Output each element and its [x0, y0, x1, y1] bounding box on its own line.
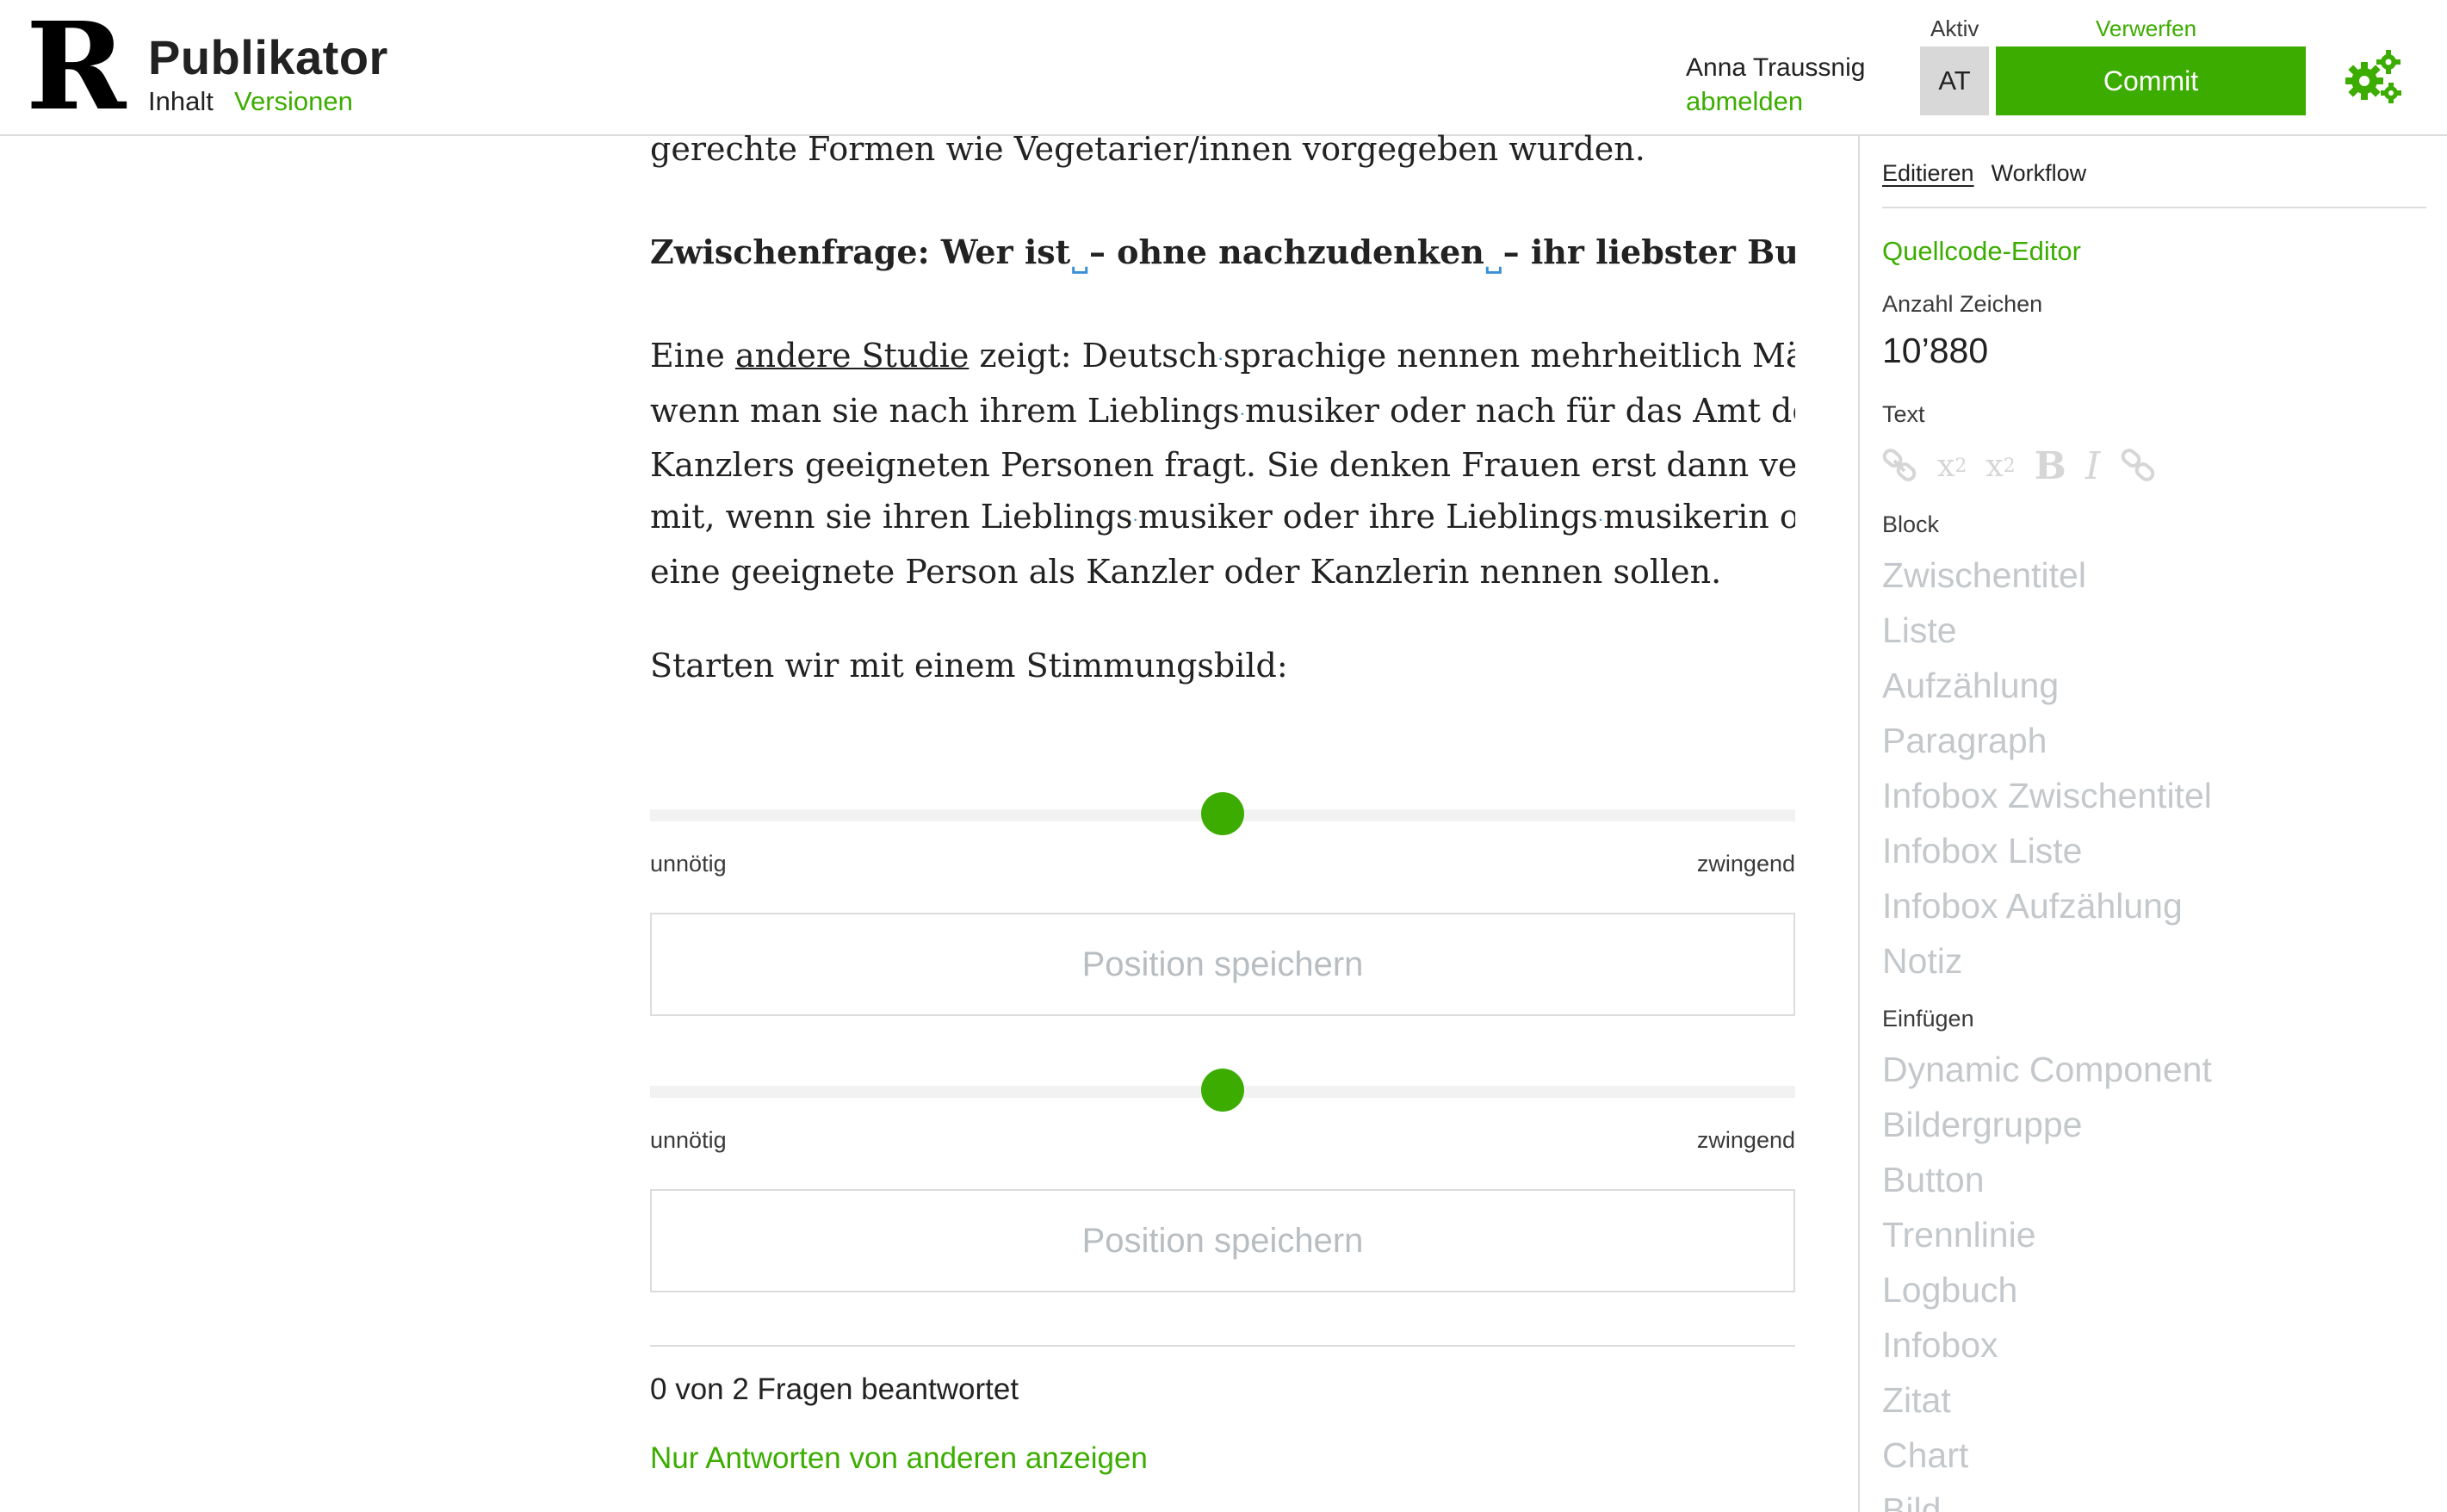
- slider-min-label: unnötig: [650, 1127, 727, 1153]
- study-link[interactable]: andere Studie: [735, 337, 969, 375]
- heading-part: Zwischenfrage: Wer ist: [650, 232, 1071, 271]
- gears-icon[interactable]: [2344, 50, 2402, 105]
- insert-item-bild[interactable]: Bild: [1882, 1483, 2212, 1512]
- avatar[interactable]: AT: [1920, 46, 1989, 115]
- block-item-zwischentitel[interactable]: Zwischentitel: [1882, 548, 2212, 603]
- top-bar: R Publikator Inhalt Versionen Anna Traus…: [0, 0, 2447, 136]
- soft-hyphen-marker: ␣: [1070, 249, 1089, 275]
- save-position-button[interactable]: Position speichern: [650, 913, 1795, 1016]
- subscript-icon[interactable]: x2: [1937, 444, 1967, 487]
- insert-item-infobox[interactable]: Infobox: [1882, 1317, 2212, 1373]
- app-title: Publikator: [148, 30, 388, 84]
- editor-sidebar: Editieren Workflow Quellcode-Editor Anzah…: [1858, 136, 2447, 1512]
- block-item-aufzaehlung[interactable]: Aufzählung: [1882, 658, 2212, 713]
- char-count-label: Anzahl Zeichen: [1882, 291, 2043, 317]
- paragraph-line: Kanzlers geeigneten Personen fragt. Sie …: [650, 446, 1795, 484]
- divider: [1882, 207, 2426, 208]
- editor-content[interactable]: gerechte Formen wie Vegetarier/innen vor…: [650, 129, 1795, 1512]
- block-item-infobox-zwischentitel[interactable]: Infobox Zwischentitel: [1882, 768, 2212, 823]
- poll-intro: Starten wir mit einem Stimmungsbild:: [650, 647, 1288, 685]
- slider-thumb[interactable]: [1201, 792, 1244, 835]
- commit-button[interactable]: Commit: [1996, 46, 2306, 115]
- text-section-label: Text: [1882, 401, 1925, 427]
- heading-part: – ihr liebster Bundesrat?: [1502, 232, 1795, 271]
- paragraph-line: mit, wenn sie ihren Lieblings·musiker od…: [650, 498, 1795, 536]
- source-editor-link[interactable]: Quellcode-Editor: [1882, 236, 2081, 267]
- show-others-answers-link[interactable]: Nur Antworten von anderen anzeigen: [650, 1441, 1148, 1476]
- insert-item-dynamic-component[interactable]: Dynamic Component: [1882, 1042, 2212, 1097]
- insert-item-zitat[interactable]: Zitat: [1882, 1373, 2212, 1428]
- insert-item-logbuch[interactable]: Logbuch: [1882, 1262, 2212, 1317]
- italic-icon[interactable]: I: [2085, 444, 2100, 488]
- nav-versionen-link[interactable]: Versionen: [234, 86, 353, 117]
- char-count-value: 10’880: [1882, 331, 1989, 370]
- link-icon[interactable]: [1880, 444, 1918, 487]
- discard-link[interactable]: Verwerfen: [2096, 15, 2196, 42]
- slider-thumb[interactable]: [1201, 1069, 1244, 1112]
- superscript-icon[interactable]: x2: [1985, 444, 2015, 487]
- insert-type-list: Dynamic Component Bildergruppe Button Trenn…: [1882, 1042, 2212, 1512]
- insert-item-chart[interactable]: Chart: [1882, 1428, 2212, 1483]
- text-format-toolbar: x2 x2 B I: [1880, 444, 2176, 488]
- opinion-slider[interactable]: [650, 1065, 1795, 1117]
- logout-link[interactable]: abmelden: [1686, 86, 1803, 117]
- block-item-paragraph[interactable]: Paragraph: [1882, 713, 2212, 768]
- body-paragraph: Eine andere Studie zeigt: Deutsch·sprach…: [650, 330, 1795, 598]
- paragraph-fragment: gerechte Formen wie Vegetarier/innen vor…: [650, 130, 1645, 168]
- user-name: Anna Traussnig: [1686, 53, 1866, 82]
- insert-item-button[interactable]: Button: [1882, 1152, 2212, 1207]
- block-item-liste[interactable]: Liste: [1882, 603, 2212, 658]
- insert-item-trennlinie[interactable]: Trennlinie: [1882, 1207, 2212, 1262]
- tab-workflow[interactable]: Workflow: [1992, 160, 2087, 187]
- question-heading: Zwischenfrage: Wer ist␣– ohne nachzudenk…: [650, 226, 1795, 288]
- slider-max-label: zwingend: [1696, 1127, 1795, 1153]
- block-item-notiz[interactable]: Notiz: [1882, 933, 2212, 988]
- soft-hyphen-marker: ␣: [1484, 249, 1503, 275]
- heading-part: – ohne nachzudenken: [1088, 232, 1484, 271]
- insert-section-label: Einfügen: [1882, 1006, 1974, 1032]
- slider-max-label: zwingend: [1696, 851, 1795, 877]
- opinion-slider[interactable]: [650, 789, 1795, 840]
- block-item-infobox-aufzaehlung[interactable]: Infobox Aufzählung: [1882, 878, 2212, 933]
- paragraph-line: eine geeignete Person als Kanzler oder K…: [650, 552, 1722, 591]
- slider-min-label: unnötig: [650, 851, 727, 877]
- block-type-list: Zwischentitel Liste Aufzählung Paragraph Inf…: [1882, 548, 2212, 988]
- answered-count: 0 von 2 Fragen beantwortet: [650, 1373, 1019, 1406]
- tab-editieren[interactable]: Editieren: [1882, 160, 1974, 187]
- save-position-button[interactable]: Position speichern: [650, 1189, 1795, 1292]
- sidebar-tabs: Editieren Workflow: [1882, 160, 2086, 187]
- block-section-label: Block: [1882, 511, 1940, 537]
- active-label: Aktiv: [1930, 15, 1979, 41]
- block-item-infobox-liste[interactable]: Infobox Liste: [1882, 823, 2212, 878]
- unlink-icon[interactable]: [2119, 444, 2157, 487]
- paragraph-line: Eine andere Studie zeigt: Deutsch·sprach…: [650, 337, 1795, 375]
- nav-inhalt[interactable]: Inhalt: [148, 86, 214, 117]
- bold-icon[interactable]: B: [2035, 444, 2066, 488]
- republik-logo[interactable]: R: [26, 7, 126, 127]
- paragraph-line: wenn man sie nach ihrem Lieblings·musike…: [650, 391, 1795, 430]
- insert-item-bildergruppe[interactable]: Bildergruppe: [1882, 1097, 2212, 1152]
- divider: [650, 1345, 1795, 1347]
